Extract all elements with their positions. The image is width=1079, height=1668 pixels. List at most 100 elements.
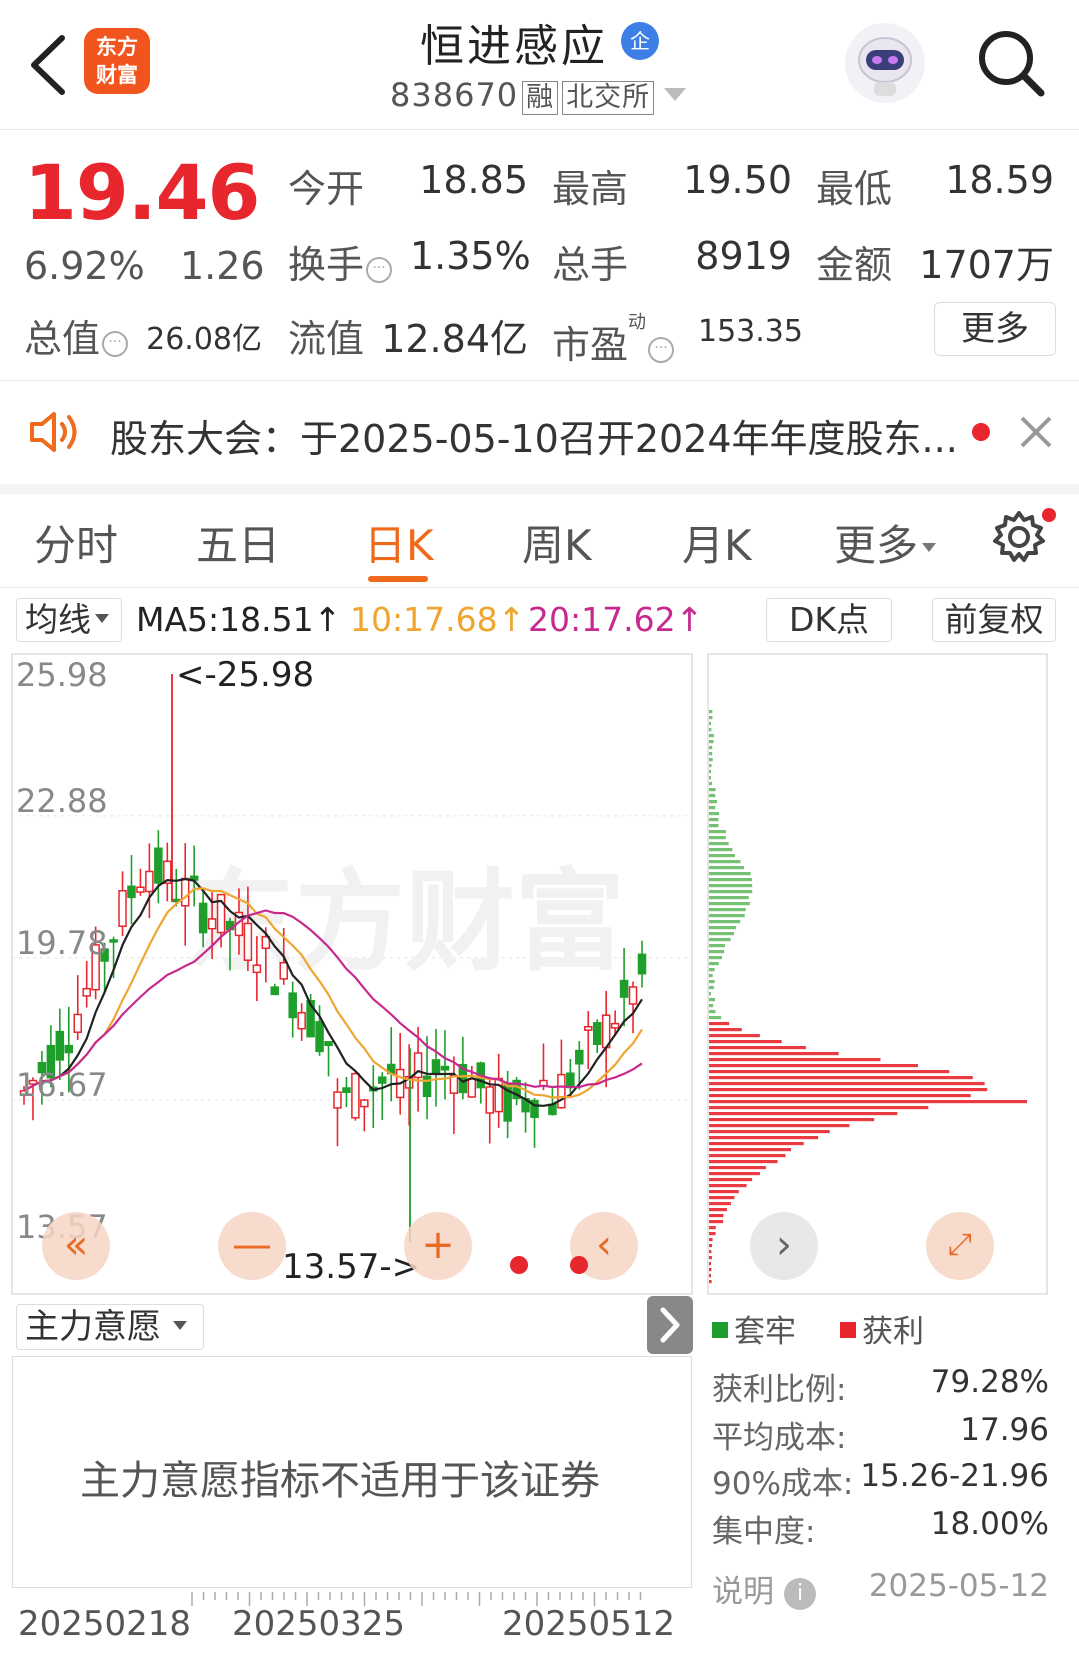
tab-intraday[interactable]: 分时 xyxy=(34,512,118,573)
rewind-fast-button[interactable]: « xyxy=(42,1212,110,1280)
chip-bar xyxy=(709,722,711,726)
chip-bar xyxy=(709,1124,850,1128)
change-amount: 1.26 xyxy=(180,244,265,288)
zoom-in-button[interactable]: + xyxy=(404,1212,472,1280)
candle-body xyxy=(243,922,253,961)
step-forward-button[interactable]: › xyxy=(750,1212,818,1280)
candle-body xyxy=(360,1099,369,1108)
chip-bar xyxy=(709,1202,731,1206)
candle-body xyxy=(324,1041,333,1047)
chip-bar xyxy=(709,1136,819,1140)
candle-body xyxy=(637,953,647,975)
chip-bar xyxy=(709,980,715,984)
search-icon[interactable] xyxy=(976,28,1046,98)
chip-bar xyxy=(709,1244,713,1248)
stock-code-row[interactable]: 838670 融北交所 xyxy=(390,76,655,115)
zoom-out-button[interactable]: — xyxy=(218,1212,286,1280)
info-icon[interactable]: i xyxy=(784,1578,816,1610)
chip-bar xyxy=(709,848,733,852)
chip-bar xyxy=(709,866,744,870)
chip-bar xyxy=(709,1214,724,1218)
dk-point-button[interactable]: DK点 xyxy=(766,598,892,642)
avg-cost-label: 平均成本: xyxy=(712,1420,847,1456)
settings-gear-icon[interactable] xyxy=(990,508,1048,566)
candle-body xyxy=(494,1077,503,1113)
chip-bar xyxy=(709,1100,1027,1104)
chip-bar xyxy=(709,806,716,810)
chip-distribution-chart xyxy=(707,653,1048,1295)
candle-body xyxy=(55,1030,65,1061)
chip-bar xyxy=(709,1094,971,1098)
ai-robot-icon[interactable] xyxy=(844,22,926,104)
chip-bar xyxy=(709,710,713,714)
candlestick-chart[interactable]: 东方财富 25.9822.8819.7816.6713.57 <-25.98 1… xyxy=(0,650,700,1300)
turnover-label[interactable]: 换手 ··· xyxy=(288,234,393,289)
chip-bar xyxy=(709,998,716,1002)
chip-bar xyxy=(709,716,713,720)
pe-label[interactable]: 市盈动··· xyxy=(552,308,675,369)
indicator-select[interactable]: 均线 xyxy=(16,598,122,642)
chip-bar xyxy=(709,1034,760,1038)
chip-frame xyxy=(707,653,1048,1295)
dropdown-icon xyxy=(922,543,937,552)
tab-five-day[interactable]: 五日 xyxy=(196,512,280,573)
chip-bar xyxy=(709,1256,712,1260)
tab-monthly-k[interactable]: 月K xyxy=(682,512,752,573)
chip-bar xyxy=(709,932,734,936)
chip-bar xyxy=(709,992,711,996)
chip-bar xyxy=(709,1250,712,1254)
legend-loss-label: 套牢 xyxy=(734,1314,796,1350)
adjust-button[interactable]: 前复权 xyxy=(932,598,1056,642)
divider xyxy=(0,484,1079,494)
notice-text[interactable]: 股东大会：于2025-05-10召开2024年年度股东... xyxy=(110,408,958,463)
chip-note[interactable]: 说明 i xyxy=(712,1566,816,1611)
chip-bar xyxy=(709,1166,766,1170)
y-tick-label: 25.98 xyxy=(16,656,108,694)
open-value: 18.85 xyxy=(419,158,528,202)
info-dots-icon[interactable]: ··· xyxy=(366,257,393,283)
chip-bar xyxy=(709,1112,898,1116)
chip-bar xyxy=(709,902,750,906)
candle-body xyxy=(82,987,91,997)
candle-body xyxy=(584,1026,593,1031)
unread-dot xyxy=(972,423,990,441)
tab-weekly-k[interactable]: 周K xyxy=(522,512,592,573)
next-indicator-icon[interactable] xyxy=(647,1296,693,1354)
max-price-label: <-25.98 xyxy=(176,655,314,695)
code-dropdown-icon[interactable] xyxy=(664,88,686,101)
watermark: 东方财富 xyxy=(185,858,625,986)
chip-bar xyxy=(709,818,719,822)
tab-daily-k[interactable]: 日K xyxy=(364,512,434,573)
chip-bar xyxy=(709,788,716,792)
tab-more[interactable]: 更多 xyxy=(834,512,937,573)
high-value: 19.50 xyxy=(683,158,792,202)
candle-body xyxy=(145,870,154,893)
candle-body xyxy=(628,986,638,1005)
notification-dot xyxy=(1042,508,1056,522)
chip-bar xyxy=(709,1046,806,1050)
expand-icon[interactable]: ⤢ xyxy=(926,1212,994,1280)
candle-body xyxy=(73,1013,82,1033)
event-dot[interactable] xyxy=(570,1256,588,1274)
candle-body xyxy=(118,890,127,927)
profit-ratio-label: 获利比例: xyxy=(712,1372,847,1408)
chip-bar xyxy=(709,1280,712,1284)
chip-bar xyxy=(709,776,711,780)
float-cap-label: 流值 xyxy=(288,317,365,361)
back-arrow-icon[interactable] xyxy=(26,32,70,98)
candle-body xyxy=(270,986,280,996)
more-quote-button[interactable]: 更多 xyxy=(934,302,1056,356)
event-dot[interactable] xyxy=(510,1256,528,1274)
active-tab-indicator xyxy=(368,576,428,582)
sub-indicator-select[interactable]: 主力意愿 xyxy=(16,1304,204,1350)
chip-bar xyxy=(709,920,741,924)
mktcap-label[interactable]: 总值 ··· xyxy=(24,308,129,363)
app-logo[interactable]: 东方 财富 xyxy=(84,28,150,94)
candle-body xyxy=(279,961,288,980)
close-icon[interactable] xyxy=(1016,412,1056,452)
app-logo-text-1: 东方 xyxy=(96,35,138,59)
info-dots-icon[interactable]: ··· xyxy=(648,337,675,363)
legend-loss: 套牢 xyxy=(712,1306,796,1351)
pe-label-text: 市盈 xyxy=(552,323,629,367)
info-dots-icon[interactable]: ··· xyxy=(102,331,129,357)
